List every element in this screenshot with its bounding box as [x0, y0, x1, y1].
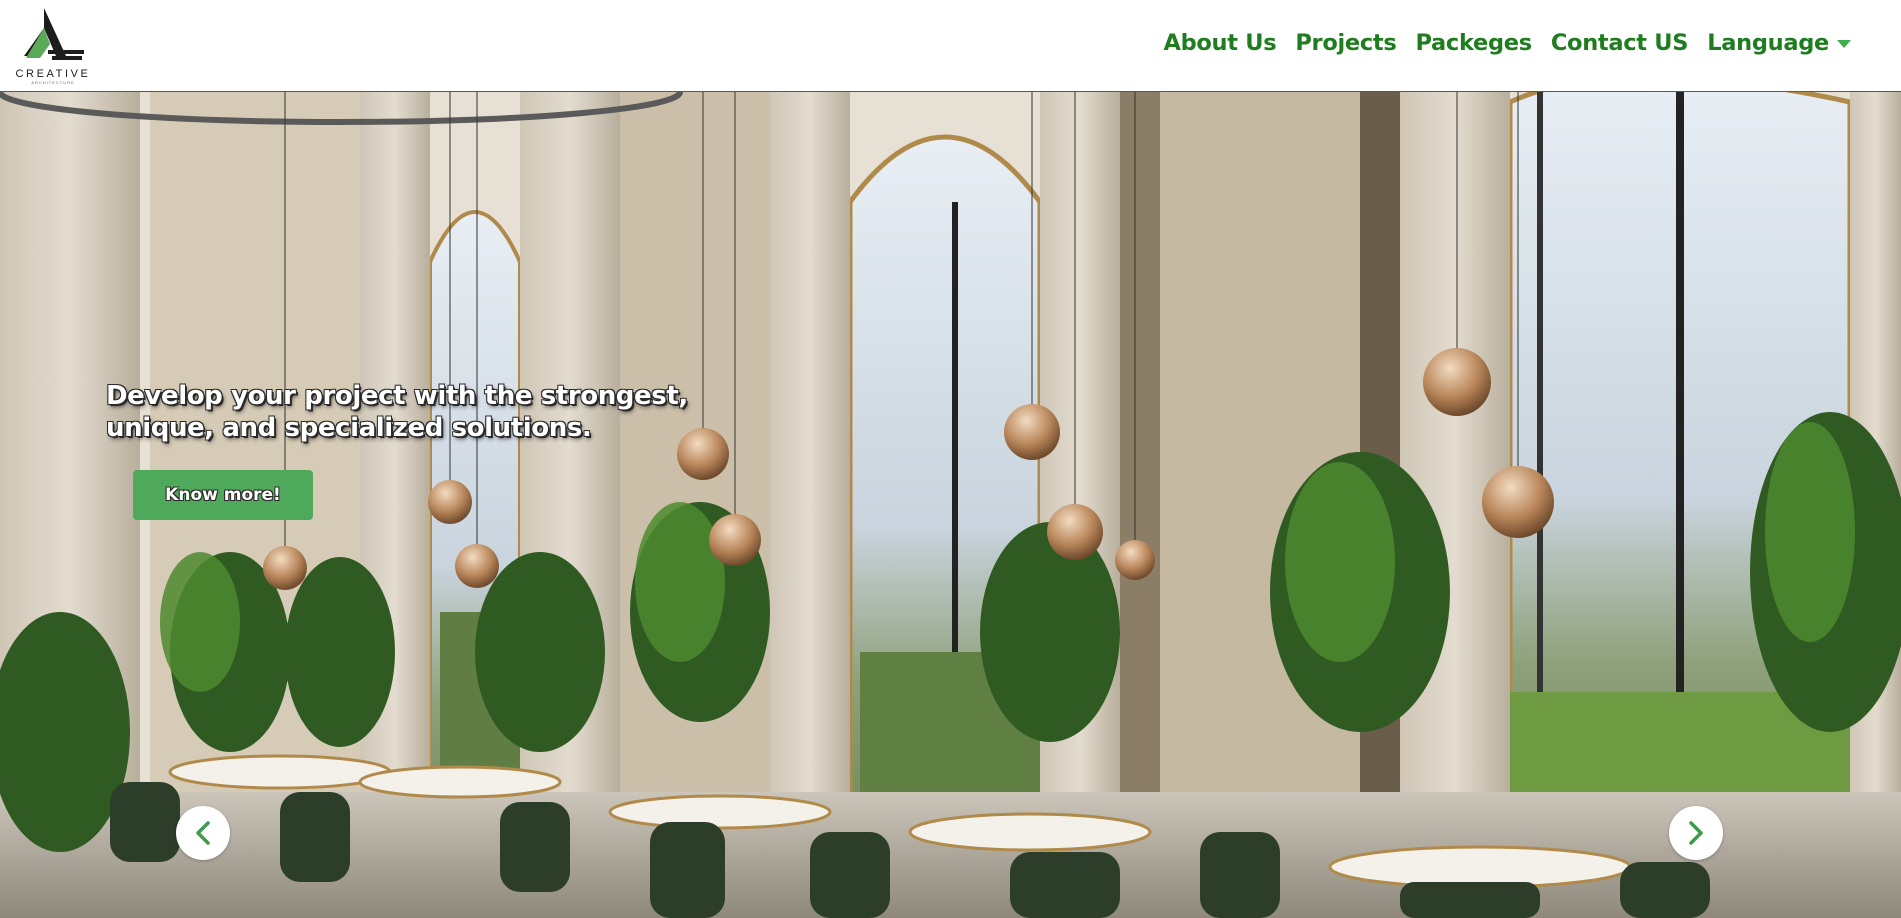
hero-carousel: Develop your project with the strongest,…	[0, 92, 1901, 918]
hero-tagline: Develop your project with the strongest,…	[106, 380, 726, 444]
brand-subtitle: ARCHITECTURE	[31, 80, 75, 85]
hero-tagline-line-1: Develop your project with the strongest,	[106, 381, 688, 411]
know-more-button[interactable]: Know more!	[133, 470, 313, 520]
chevron-left-icon	[196, 821, 210, 845]
brand-name: CREATIVE	[15, 68, 91, 80]
site-header: CREATIVE ARCHITECTURE About Us Projects …	[0, 0, 1901, 92]
nav-contact-us[interactable]: Contact US	[1551, 30, 1689, 56]
carousel-prev-button[interactable]	[176, 806, 230, 860]
main-nav: About Us Projects Packeges Contact US La…	[1163, 30, 1851, 56]
carousel-next-button[interactable]	[1669, 806, 1723, 860]
chevron-right-icon	[1689, 821, 1703, 845]
nav-projects[interactable]: Projects	[1295, 30, 1396, 56]
nav-language-dropdown[interactable]: Language	[1707, 30, 1851, 56]
nav-language-label: Language	[1707, 30, 1829, 56]
nav-about-us[interactable]: About Us	[1163, 30, 1276, 56]
hero-tagline-line-2: unique, and specialized solutions.	[106, 413, 592, 443]
caret-down-icon	[1837, 40, 1851, 48]
brand-logo[interactable]: CREATIVE ARCHITECTURE	[4, 6, 98, 85]
nav-packages[interactable]: Packeges	[1415, 30, 1532, 56]
triangle-logo-icon	[24, 8, 84, 60]
